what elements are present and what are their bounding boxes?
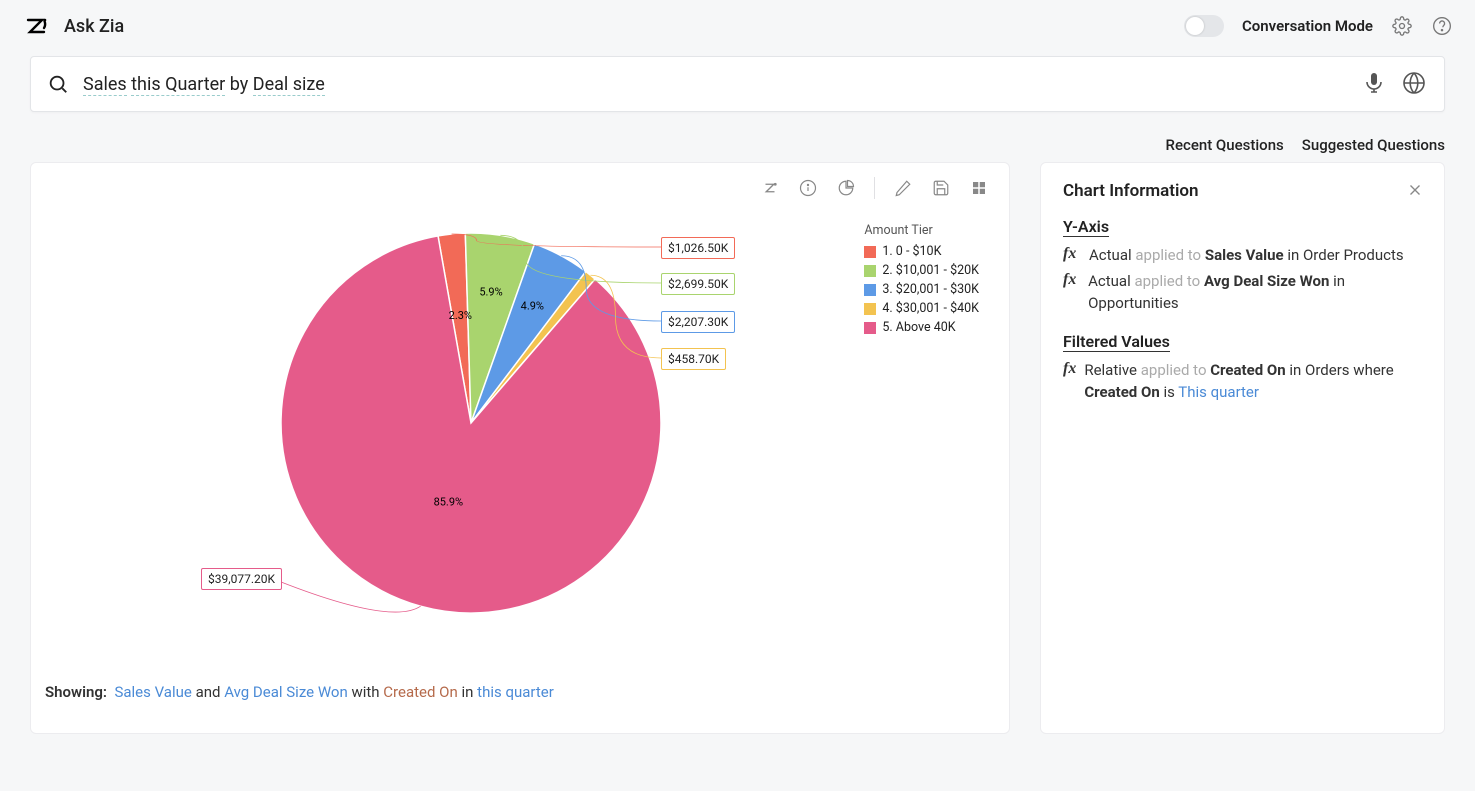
chart-value-callout: $1,026.50K [661,237,735,259]
search-bar[interactable]: Sales this Quarter by Deal size [30,56,1445,112]
svg-text:4.9%: 4.9% [521,299,544,312]
filtered-section-title: Filtered Values [1063,332,1170,352]
close-icon[interactable] [1406,181,1424,203]
info-title: Chart Information [1063,181,1422,201]
yaxis-section-title: Y-Axis [1063,217,1109,237]
microphone-icon[interactable] [1362,71,1388,97]
app-header: Ask Zia Conversation Mode [0,0,1475,56]
zia-icon[interactable] [760,178,780,198]
chart-value-callout: $2,699.50K [661,273,735,295]
conversation-mode-label: Conversation Mode [1242,17,1373,35]
grid-icon[interactable] [969,178,989,198]
legend-item[interactable]: 4. $30,001 - $40K [864,301,979,316]
chart-type-icon[interactable] [836,178,856,198]
chart-card: 2.3% 5.9% 4.9% 85.9% $1,026.50K $2,699.50K $2… [30,162,1010,734]
chart-toolbar [760,177,989,199]
info-icon[interactable] [798,178,818,198]
gear-icon[interactable] [1391,15,1413,37]
recent-questions-link[interactable]: Recent Questions [1166,136,1284,154]
search-icon [47,73,69,95]
help-icon[interactable] [1431,15,1453,37]
chart-legend: Amount Tier 1. 0 - $10K 2. $10,001 - $20K… [864,223,979,339]
showing-summary: Showing: Sales Value and Avg Deal Size W… [45,683,554,701]
legend-title: Amount Tier [864,223,979,238]
suggested-questions-link[interactable]: Suggested Questions [1302,136,1445,154]
search-input[interactable]: Sales this Quarter by Deal size [83,74,1348,95]
legend-item[interactable]: 1. 0 - $10K [864,244,979,259]
zia-logo-icon [22,12,50,40]
legend-item[interactable]: 5. Above 40K [864,320,979,335]
globe-icon[interactable] [1402,71,1428,97]
app-title: Ask Zia [64,16,124,37]
chart-value-callout: $2,207.30K [661,311,735,333]
chart-value-callout: $39,077.20K [201,568,282,590]
chart-value-callout: $458.70K [661,348,726,370]
legend-item[interactable]: 3. $20,001 - $30K [864,282,979,297]
svg-text:2.3%: 2.3% [449,309,472,322]
conversation-mode-toggle[interactable] [1184,15,1224,37]
chart-information-panel: Chart Information Y-Axis fx Actual appli… [1040,162,1445,734]
save-icon[interactable] [931,178,951,198]
legend-item[interactable]: 2. $10,001 - $20K [864,263,979,278]
edit-icon[interactable] [893,178,913,198]
svg-text:85.9%: 85.9% [434,495,464,508]
sublinks: Recent Questions Suggested Questions [0,112,1475,162]
svg-text:5.9%: 5.9% [479,285,502,298]
